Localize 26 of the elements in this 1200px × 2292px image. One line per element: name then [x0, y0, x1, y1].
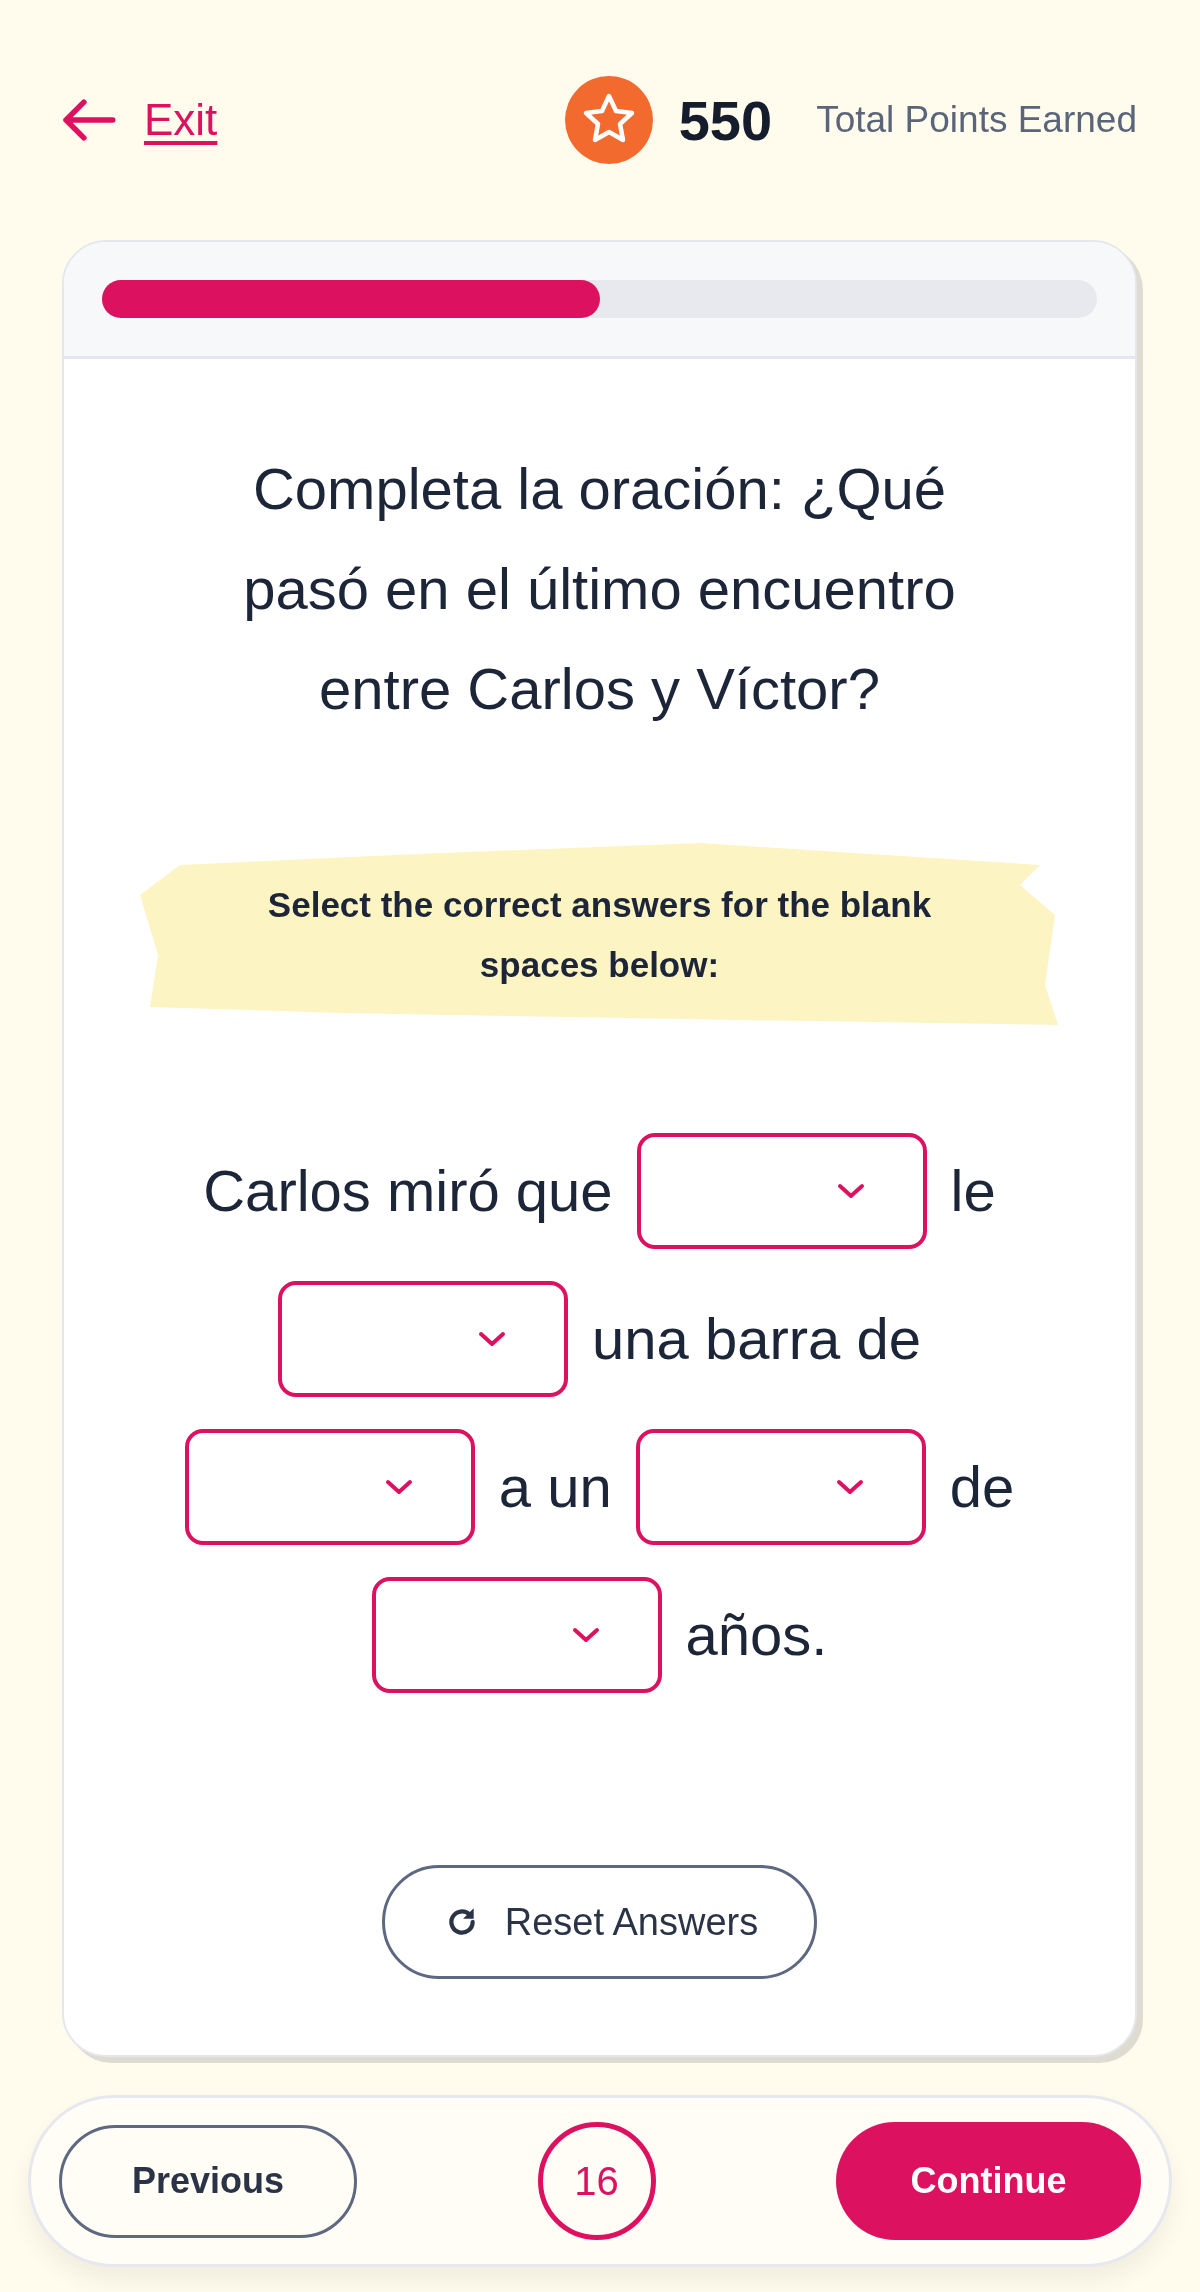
- sentence-text: le: [950, 1157, 996, 1225]
- answer-dropdown[interactable]: [184, 1429, 475, 1545]
- answer-dropdown[interactable]: [371, 1577, 662, 1693]
- previous-button[interactable]: Previous: [59, 2124, 357, 2238]
- chevron-down-icon: [478, 1331, 507, 1347]
- continue-button[interactable]: Continue: [836, 2122, 1141, 2240]
- question-text: Completa la oración: ¿Qué pasó en el último encuentro entre Carlos y Víctor?: [242, 455, 957, 723]
- sentence-text: años.: [685, 1601, 828, 1669]
- chevron-down-icon: [836, 1183, 865, 1199]
- points-label: Total Points Earned: [816, 99, 1137, 141]
- points-value: 550: [678, 87, 773, 153]
- reset-answers-button[interactable]: Reset Answers: [381, 1865, 818, 1979]
- sentence-text: de: [949, 1453, 1015, 1521]
- question-number: 16: [537, 2122, 656, 2240]
- exit-link[interactable]: Exit: [60, 95, 218, 145]
- answer-dropdown[interactable]: [278, 1281, 569, 1397]
- chevron-down-icon: [835, 1479, 864, 1495]
- chevron-down-icon: [571, 1627, 600, 1643]
- answer-dropdown[interactable]: [635, 1429, 926, 1545]
- sentence-text: una barra de: [592, 1305, 921, 1373]
- back-arrow-icon: [60, 98, 116, 142]
- sentence-text: Carlos miró que: [203, 1157, 613, 1225]
- sentence-text: a un: [498, 1453, 612, 1521]
- chevron-down-icon: [384, 1479, 413, 1495]
- instruction-text: Select the correct answers for the blank spaces below:: [266, 884, 933, 986]
- answer-dropdown[interactable]: [636, 1133, 927, 1249]
